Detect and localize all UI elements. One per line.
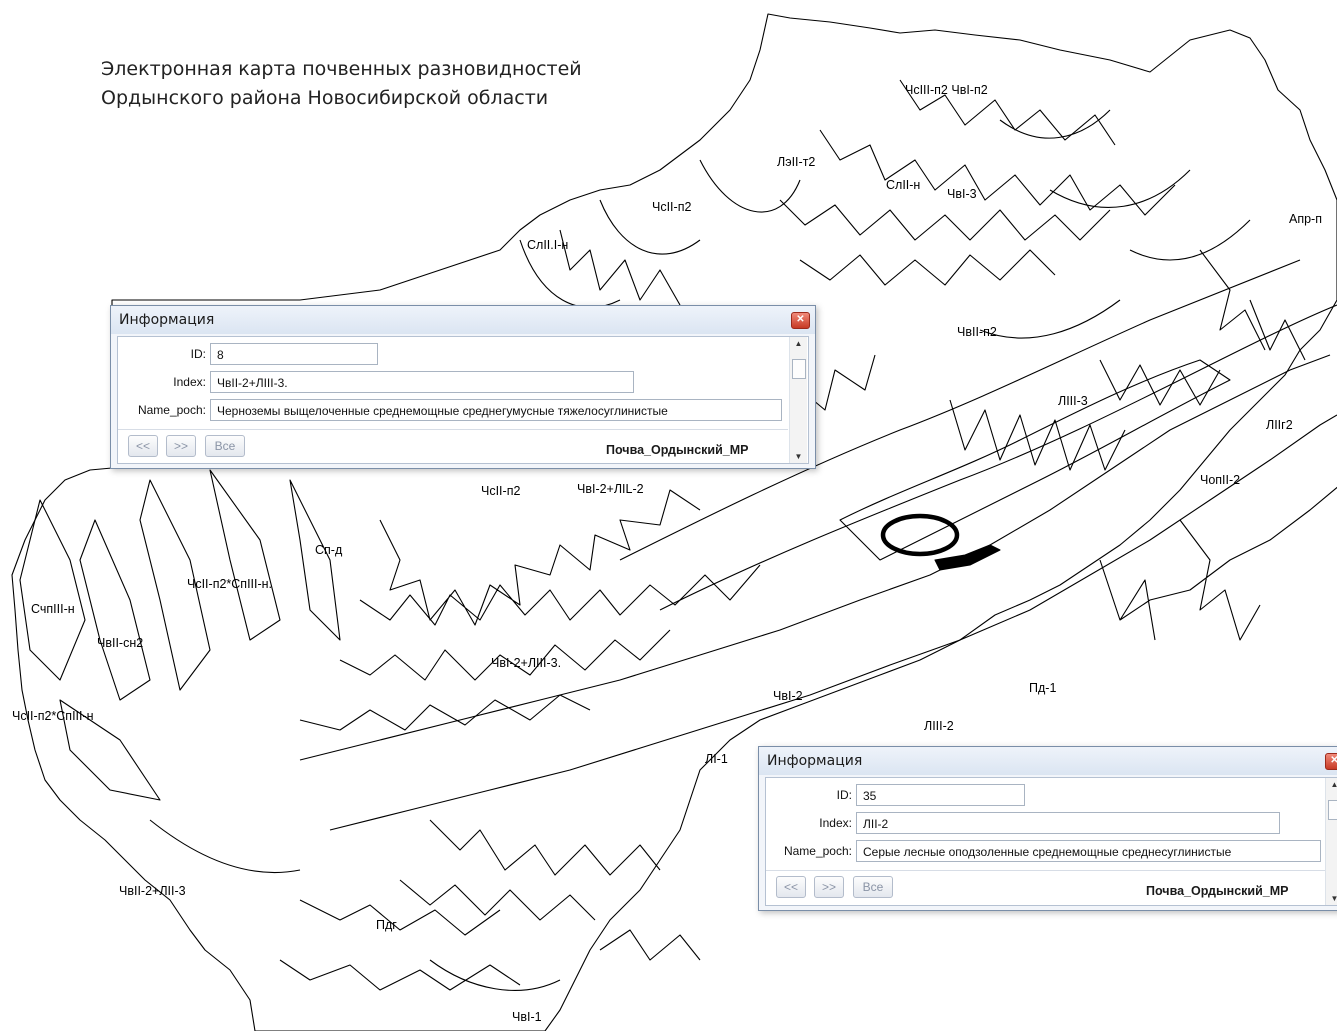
name-poch-field[interactable]: Черноземы выщелоченные среднемощные сред… bbox=[210, 399, 782, 421]
id-label: ID: bbox=[836, 788, 852, 802]
map-label[interactable]: Пд-1 bbox=[1029, 681, 1056, 695]
index-field[interactable]: ЧвII-2+ЛIII-3. bbox=[210, 371, 634, 393]
info-window-2[interactable]: Информация ✕ ID: 35 Index: ЛII-2 Name_po… bbox=[758, 746, 1337, 911]
map-label[interactable]: ЧвI-2+ЛIII-3. bbox=[491, 656, 561, 670]
map-label[interactable]: ЧвI-2+ЛIL-2 bbox=[577, 482, 644, 496]
map-label[interactable]: ЧсII-п2*СпIII-н bbox=[12, 709, 94, 723]
map-label[interactable]: СлII-н bbox=[886, 178, 920, 192]
id-field[interactable]: 35 bbox=[856, 784, 1025, 806]
map-label[interactable]: ЧсII-п2 bbox=[481, 484, 520, 498]
index-label: Index: bbox=[173, 375, 206, 389]
map-label[interactable]: СчпIII-н bbox=[31, 602, 75, 616]
next-button[interactable]: >> bbox=[166, 435, 196, 457]
map-label[interactable]: ЧвII-п2 bbox=[957, 325, 997, 339]
map-label[interactable]: ЛэII-т2 bbox=[777, 155, 815, 169]
map-title-line-1: Электронная карта почвенных разновидност… bbox=[101, 58, 582, 80]
info-window-body: ID: 8 Index: ЧвII-2+ЛIII-3. Name_poch: Ч… bbox=[117, 336, 809, 464]
layer-name: Почва_Ордынский_МР bbox=[1146, 884, 1289, 898]
divider bbox=[766, 870, 1336, 871]
index-field[interactable]: ЛII-2 bbox=[856, 812, 1280, 834]
map-label[interactable]: Сп-д bbox=[315, 543, 342, 557]
info-window-body: ID: 35 Index: ЛII-2 Name_poch: Серые лес… bbox=[765, 777, 1337, 906]
map-label[interactable]: ЛI-1 bbox=[705, 752, 728, 766]
id-field[interactable]: 8 bbox=[210, 343, 378, 365]
map-label[interactable]: ЧсII-п2 bbox=[652, 200, 691, 214]
scroll-up-icon[interactable]: ▲ bbox=[790, 339, 807, 348]
map-label[interactable]: ЧвI-1 bbox=[512, 1010, 542, 1024]
map-title-line-2: Ордынского района Новосибирской области bbox=[101, 87, 549, 109]
index-label: Index: bbox=[819, 816, 852, 830]
close-icon[interactable]: ✕ bbox=[791, 312, 810, 329]
prev-button[interactable]: << bbox=[128, 435, 158, 457]
layer-name: Почва_Ордынский_МР bbox=[606, 443, 749, 457]
info-window-1[interactable]: Информация ✕ ID: 8 Index: ЧвII-2+ЛIII-3.… bbox=[110, 305, 816, 469]
map-label[interactable]: ЛIII-2 bbox=[924, 719, 954, 733]
all-button[interactable]: Все bbox=[205, 435, 245, 457]
info-window-titlebar[interactable]: Информация ✕ bbox=[759, 747, 1337, 775]
scroll-down-icon[interactable]: ▼ bbox=[790, 452, 807, 461]
map-label[interactable]: ЧвI-3 bbox=[947, 187, 977, 201]
map-label[interactable]: ЛIIг2 bbox=[1266, 418, 1293, 432]
id-label: ID: bbox=[190, 347, 206, 361]
map-label[interactable]: Апр-п bbox=[1289, 212, 1322, 226]
selection-ellipse bbox=[880, 513, 960, 557]
valley-3 bbox=[839, 359, 1231, 561]
divider bbox=[118, 429, 788, 430]
scroll-down-icon[interactable]: ▼ bbox=[1326, 894, 1337, 903]
map-label[interactable]: ЧвII-2+ЛII-3 bbox=[119, 884, 186, 898]
scroll-thumb[interactable] bbox=[792, 359, 806, 379]
scroll-thumb[interactable] bbox=[1328, 800, 1337, 820]
next-button[interactable]: >> bbox=[814, 876, 844, 898]
info-window-titlebar[interactable]: Информация ✕ bbox=[111, 306, 815, 334]
map-title: Электронная карта почвенных разновидност… bbox=[101, 55, 582, 113]
map-label[interactable]: ЧсII-п2*СпIII-н. bbox=[187, 577, 272, 591]
name-poch-label: Name_poch: bbox=[137, 403, 206, 417]
map-label[interactable]: ЛIII-3 bbox=[1058, 394, 1088, 408]
info-window-title: Информация bbox=[767, 753, 863, 769]
close-icon[interactable]: ✕ bbox=[1325, 753, 1337, 770]
left-polygons bbox=[19, 469, 341, 801]
map-label[interactable]: ЧсIII-п2 ЧвI-п2 bbox=[905, 83, 988, 97]
map-label[interactable]: Пдг bbox=[376, 918, 397, 932]
scroll-up-icon[interactable]: ▲ bbox=[1326, 780, 1337, 789]
name-poch-label: Name_poch: bbox=[783, 844, 852, 858]
map-label[interactable]: ЧвII-сн2 bbox=[97, 636, 143, 650]
map-label[interactable]: СлII.I-н bbox=[527, 238, 568, 252]
map-label[interactable]: ЧвI-2 bbox=[773, 689, 803, 703]
scrollbar[interactable]: ▲ ▼ bbox=[789, 337, 807, 463]
info-window-title: Информация bbox=[119, 312, 215, 328]
prev-button[interactable]: << bbox=[776, 876, 806, 898]
scrollbar[interactable]: ▲ ▼ bbox=[1325, 778, 1337, 905]
map-label[interactable]: ЧопII-2 bbox=[1200, 473, 1240, 487]
name-poch-field[interactable]: Серые лесные оподзоленные среднемощные с… bbox=[856, 840, 1321, 862]
all-button[interactable]: Все bbox=[853, 876, 893, 898]
